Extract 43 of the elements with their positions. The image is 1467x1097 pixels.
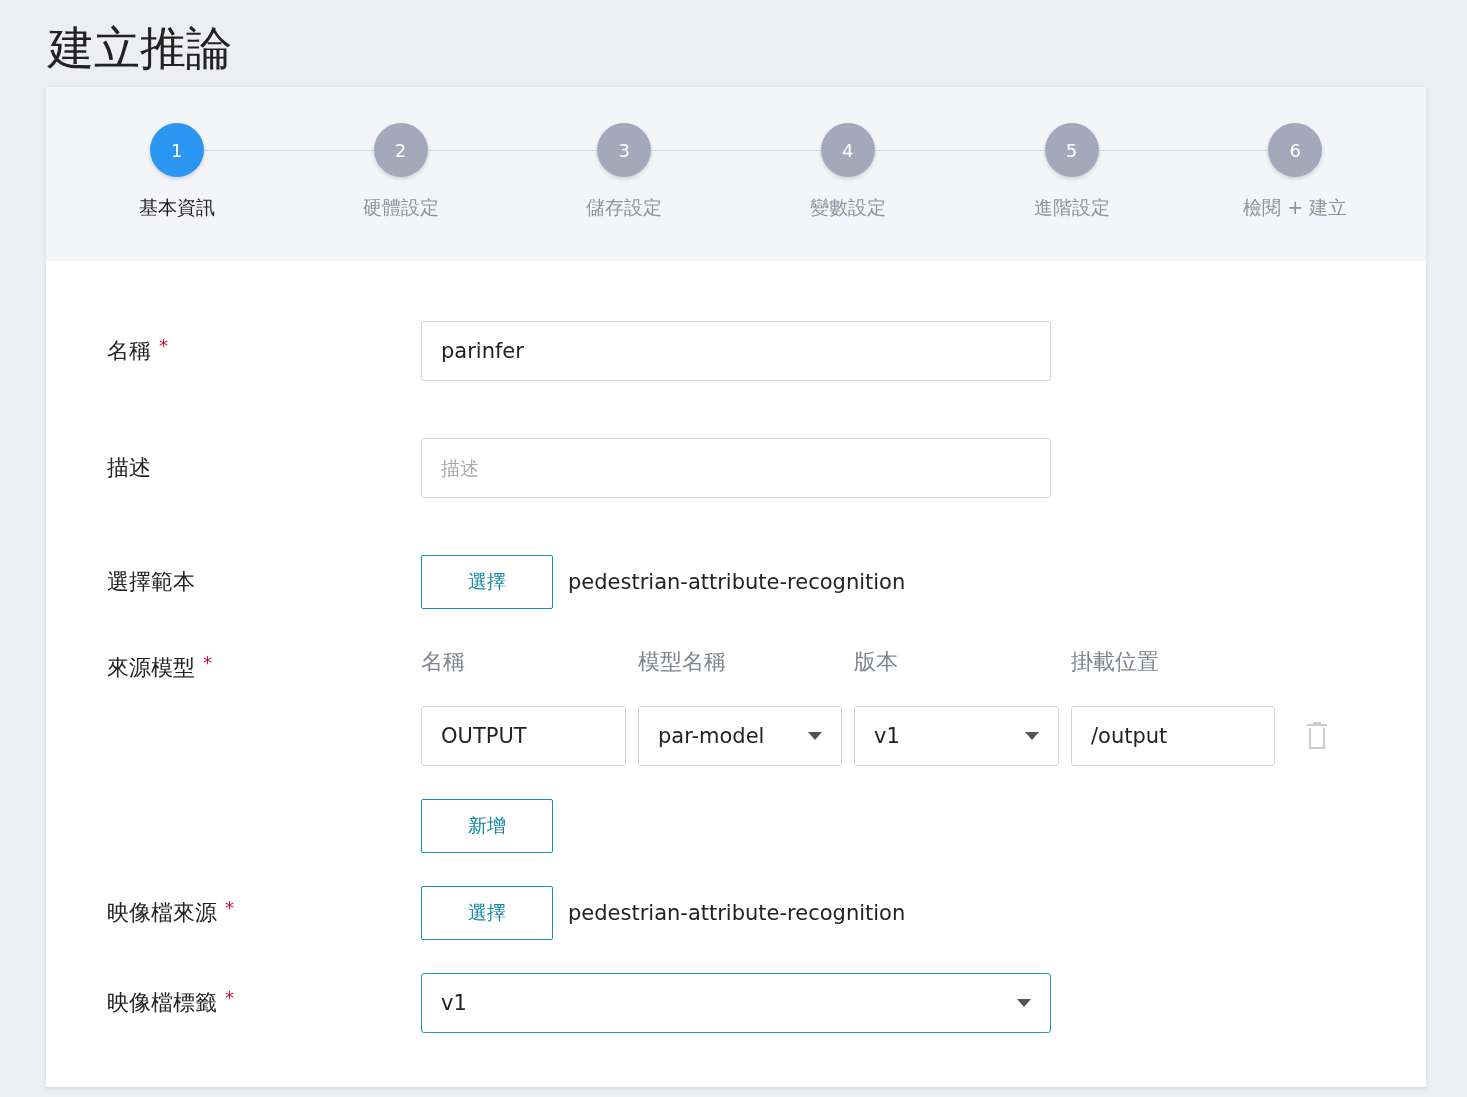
required-mark: * — [225, 987, 234, 1008]
step-number[interactable]: 5 — [1044, 123, 1099, 177]
choose-button[interactable]: 選擇 — [421, 555, 553, 609]
column-header: 版本 — [854, 648, 899, 676]
dropdown-field[interactable]: v1 — [421, 973, 1051, 1033]
column-header: 模型名稱 — [638, 648, 727, 676]
text-field[interactable]: 描述 — [421, 438, 1051, 498]
step-number[interactable]: 6 — [1268, 123, 1323, 177]
column-header: 掛載位置 — [1071, 648, 1160, 676]
dropdown-field[interactable]: v1 — [854, 706, 1059, 766]
page-title: 建立推論 — [46, 20, 233, 77]
field-label: 選擇範本 — [107, 568, 195, 596]
caret-icon — [808, 732, 822, 740]
field-label: 描述 — [107, 454, 151, 482]
required-mark: * — [203, 652, 212, 673]
column-header: 名稱 — [421, 648, 466, 676]
text-field[interactable]: /output — [1071, 706, 1275, 766]
field-label: 映像檔標籤 — [107, 989, 217, 1017]
selected-value: pedestrian-attribute-recognition — [568, 570, 906, 594]
field-label: 名稱 — [107, 337, 151, 365]
step-label[interactable]: 變數設定 — [809, 195, 886, 221]
dropdown-field[interactable]: par-model — [638, 706, 842, 766]
step-number[interactable]: 1 — [149, 123, 204, 177]
add-button[interactable]: 新增 — [421, 799, 553, 853]
step-label[interactable]: 儲存設定 — [586, 195, 663, 221]
text-field[interactable]: OUTPUT — [421, 706, 626, 766]
step-number[interactable]: 2 — [373, 123, 428, 177]
field-label: 來源模型 — [107, 654, 195, 682]
step-label[interactable]: 硬體設定 — [362, 195, 439, 221]
selected-value: pedestrian-attribute-recognition — [568, 901, 906, 925]
step-number[interactable]: 3 — [597, 123, 652, 177]
caret-icon — [1017, 999, 1031, 1007]
step-label[interactable]: 檢閱 + 建立 — [1243, 195, 1348, 221]
required-mark: * — [159, 335, 168, 356]
choose-button[interactable]: 選擇 — [421, 886, 553, 940]
trash-icon[interactable] — [1306, 722, 1328, 750]
step-label[interactable]: 基本資訊 — [138, 195, 215, 221]
text-field[interactable]: parinfer — [421, 321, 1051, 381]
caret-icon — [1025, 732, 1039, 740]
step-number[interactable]: 4 — [820, 123, 875, 177]
field-label: 映像檔來源 — [107, 899, 217, 927]
step-label[interactable]: 進階設定 — [1033, 195, 1110, 221]
required-mark: * — [225, 897, 234, 918]
